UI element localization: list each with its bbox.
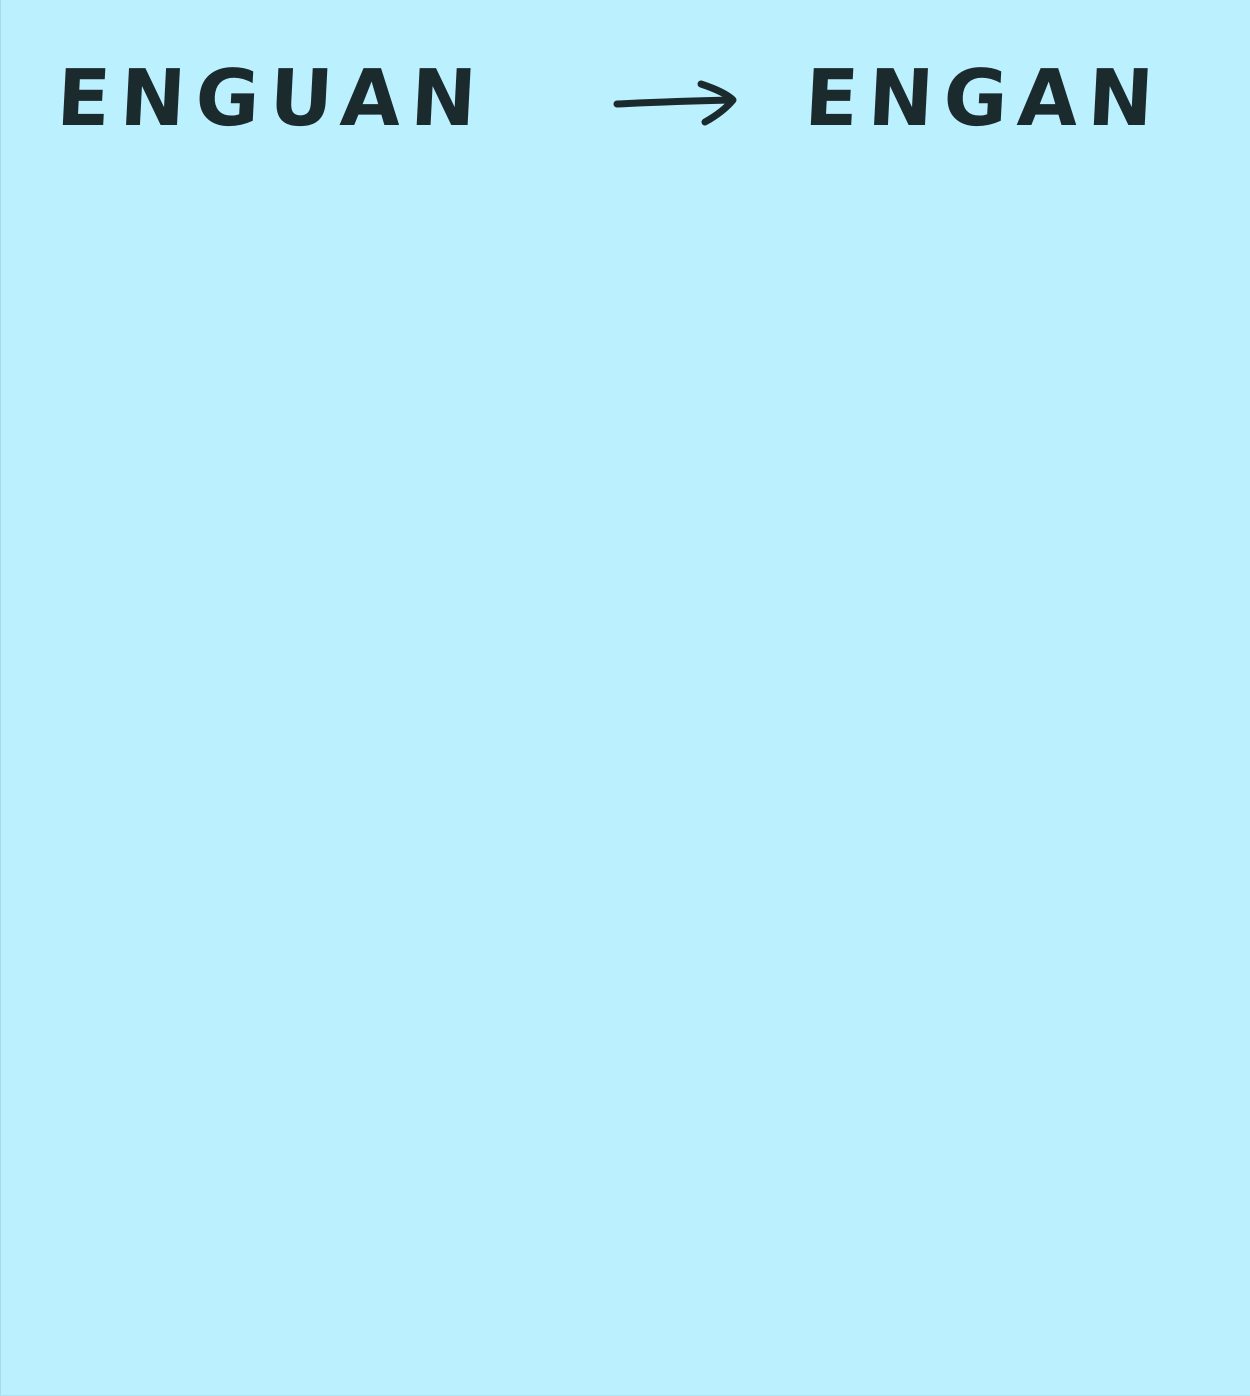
transformation-line: ENGUAN ENGAN [54,44,1197,154]
right-arrow-icon [613,80,737,126]
source-word: ENGUAN [54,54,489,144]
target-word: ENGAN [802,54,1166,144]
sticky-note: ENGUAN ENGAN [0,0,1250,1396]
